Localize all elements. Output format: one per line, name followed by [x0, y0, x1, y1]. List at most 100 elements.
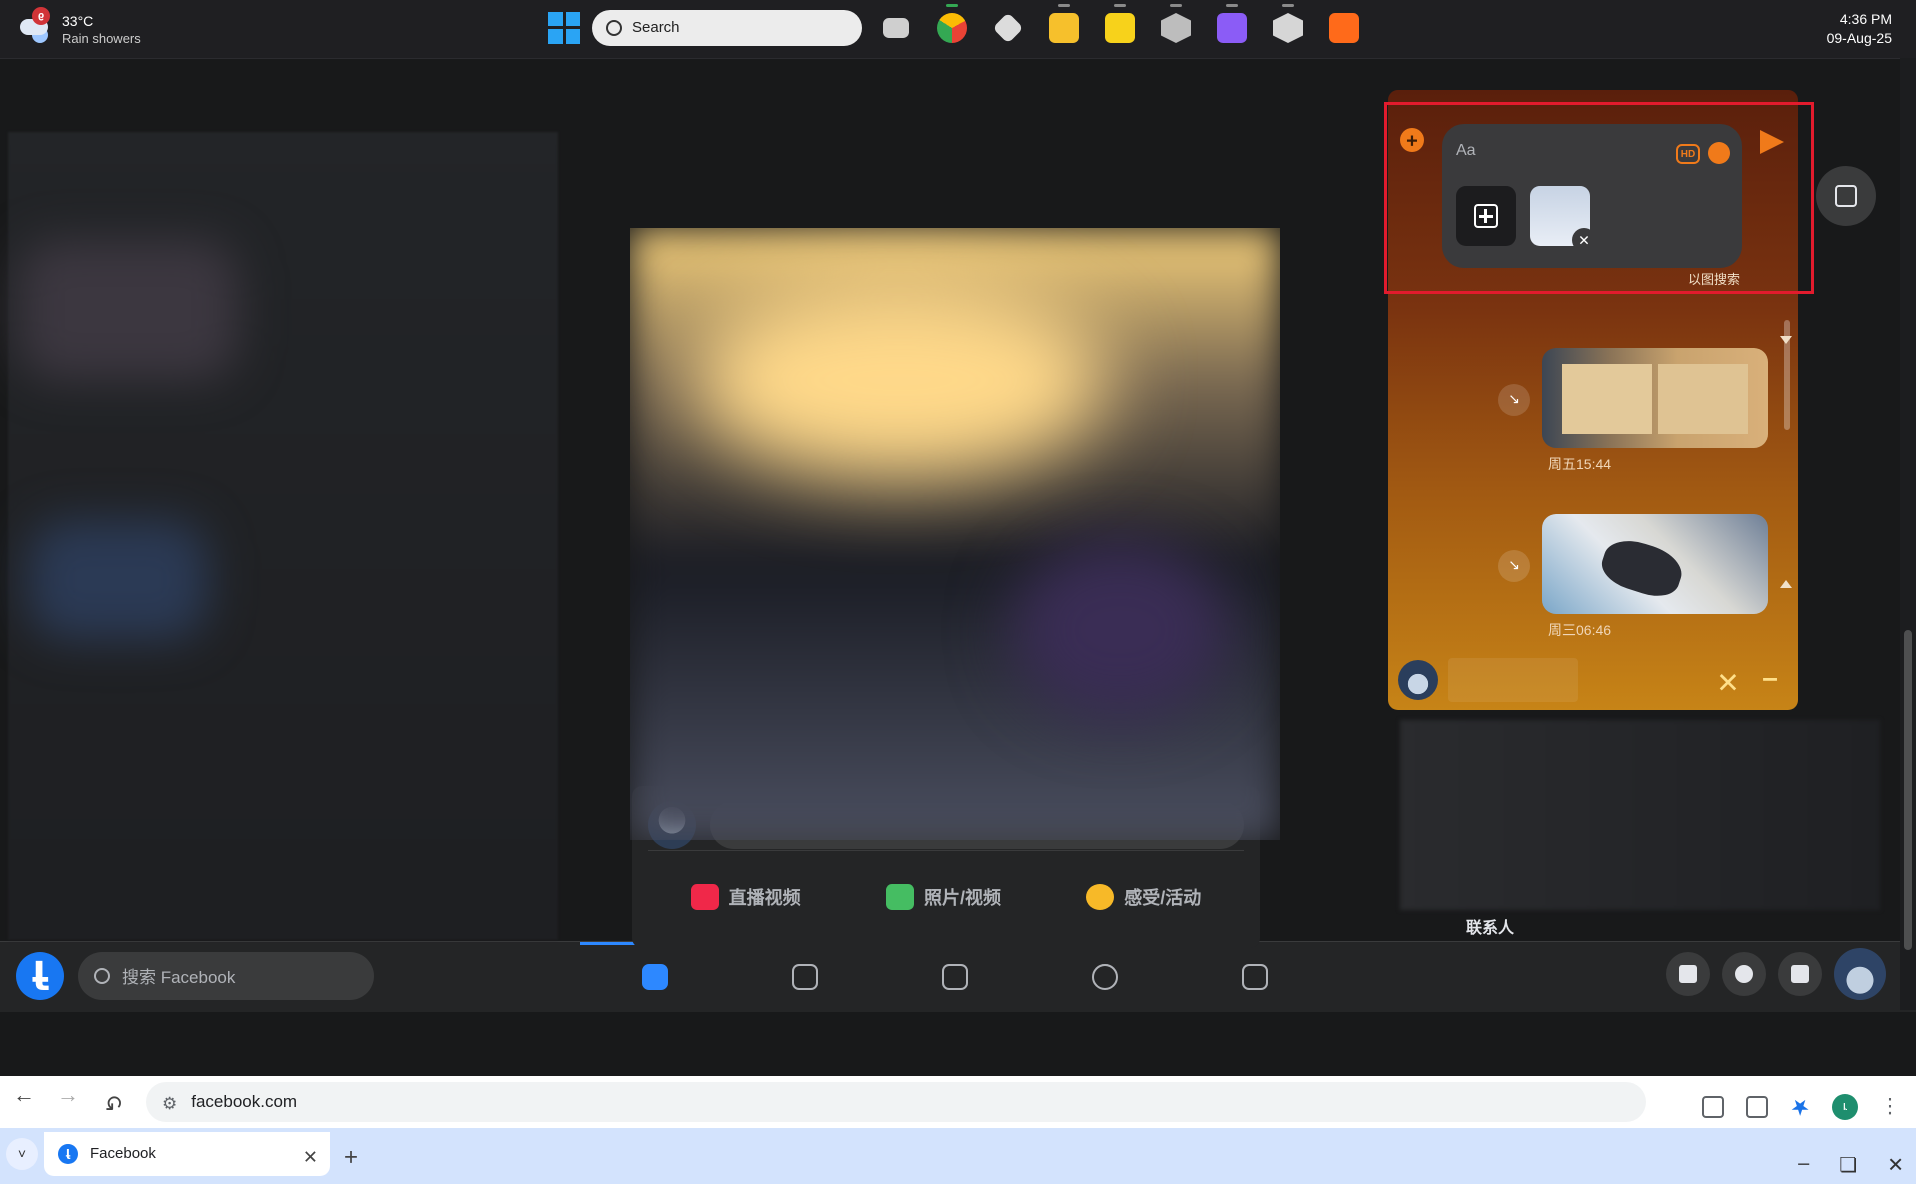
photo-icon	[885, 884, 914, 910]
composer-actions: 直播视频 照片/视频 感受/活动	[648, 862, 1244, 932]
chat-contact-name[interactable]	[1448, 658, 1578, 702]
chat-scroll-down-arrow[interactable]	[1780, 580, 1792, 588]
more-actions-icon[interactable]: +	[1400, 128, 1424, 152]
compose-icon	[1835, 185, 1857, 207]
account-avatar[interactable]	[1834, 948, 1886, 1000]
reload-button[interactable]: ↻	[94, 1082, 134, 1122]
send-icon[interactable]	[1760, 130, 1784, 154]
share-icon[interactable]: ↗	[1498, 550, 1530, 582]
tab-groups[interactable]	[1030, 942, 1180, 1012]
restore-window-button[interactable]: ❐	[1839, 1151, 1857, 1176]
tab-home[interactable]	[580, 942, 730, 1012]
taskbar-search-placeholder: Search	[632, 19, 680, 37]
bookmark-star-icon[interactable]: ★	[1790, 1094, 1810, 1120]
add-file-icon	[1474, 204, 1498, 228]
chrome-icon[interactable]	[930, 4, 974, 50]
chat-composer: ✕ Aa HD +	[1388, 90, 1798, 282]
add-attachment-button[interactable]	[1456, 186, 1516, 246]
tab-search-button[interactable]: ˄	[6, 1138, 38, 1170]
gaming-icon	[1242, 964, 1268, 990]
chat-close-button[interactable]: ✕	[1716, 666, 1740, 697]
weather-icon: 6	[18, 7, 52, 47]
message-photo[interactable]	[1542, 514, 1768, 614]
groups-icon	[1092, 964, 1118, 990]
back-button[interactable]: ←	[4, 1082, 44, 1122]
clock-time: 4:36 PM	[1839, 11, 1892, 27]
messenger-icon	[1735, 965, 1753, 983]
file-explorer-icon[interactable]	[1042, 4, 1086, 50]
toolbar-right: ★ r ⋮	[1702, 1094, 1900, 1120]
settings-gear-icon[interactable]	[1266, 4, 1310, 50]
sublime-icon[interactable]	[1322, 6, 1366, 50]
messenger-button[interactable]	[1722, 952, 1766, 996]
weather-temperature: 33°C	[62, 13, 94, 29]
feeling-icon	[1086, 884, 1115, 910]
forward-button[interactable]: →	[48, 1082, 88, 1122]
chat-minimize-button[interactable]: –	[1758, 666, 1782, 697]
clock-date: 09-Aug-25	[1826, 30, 1892, 46]
weather-badge: 6	[32, 7, 50, 25]
address-bar-row: ← → ↻ ⚙ facebook.com ★ r ⋮	[0, 1076, 1916, 1128]
address-bar[interactable]: ⚙ facebook.com	[146, 1082, 1646, 1122]
unity-hub-icon[interactable]	[1154, 4, 1198, 50]
unity-icon[interactable]	[986, 6, 1030, 50]
facebook-header-right	[1666, 948, 1886, 1000]
facebook-page: ˄ f Facebook ✕ + – ❐ ✕ ← → ↻ ⚙ facebook.…	[0, 58, 1916, 1184]
hd-toggle[interactable]: HD	[1676, 144, 1700, 164]
weather-widget[interactable]: 6 33°C Rain showers	[18, 7, 141, 48]
messenger-chat-window: ✕ – 周三06:46 ↗ 周五15:44 ↗ 以图搜索 ✕ Aa HD +	[1388, 90, 1798, 710]
menu-grid-button[interactable]	[1666, 952, 1710, 996]
chat-input-placeholder[interactable]: Aa	[1456, 142, 1476, 160]
feeling-activity-button[interactable]: 感受/活动	[1086, 884, 1201, 910]
visual-studio-icon[interactable]	[1210, 4, 1254, 50]
photo-video-button[interactable]: 照片/视频	[885, 884, 1001, 910]
sticky-notes-icon[interactable]	[1098, 4, 1142, 50]
new-message-button[interactable]	[1816, 166, 1876, 226]
translate-icon[interactable]	[1746, 1096, 1769, 1118]
photo-video-label: 照片/视频	[923, 888, 1001, 908]
tab-gaming[interactable]	[1180, 942, 1330, 1012]
windows-start-icon[interactable]	[548, 12, 580, 44]
chat-message-list: 周三06:46 ↗ 周五15:44 ↗ 以图搜索	[1388, 272, 1798, 650]
window-controls: – ❐ ✕	[1798, 1151, 1904, 1176]
live-video-button[interactable]: 直播视频	[690, 884, 801, 910]
chat-contact-avatar[interactable]	[1398, 660, 1438, 700]
attachment-thumbnail[interactable]: ✕	[1530, 186, 1596, 252]
profile-avatar[interactable]: r	[1832, 1094, 1858, 1120]
tab-facebook[interactable]: f Facebook ✕	[44, 1132, 330, 1176]
close-window-button[interactable]: ✕	[1887, 1151, 1904, 1176]
message-photo[interactable]	[1542, 348, 1768, 448]
left-sidebar	[8, 132, 558, 940]
video-icon	[792, 964, 818, 990]
task-view-icon[interactable]	[874, 6, 918, 50]
tab-video[interactable]	[730, 942, 880, 1012]
more-menu-icon[interactable]: ⋮	[1880, 1095, 1900, 1120]
cast-icon[interactable]	[1702, 1096, 1725, 1118]
share-icon[interactable]: ↗	[1498, 384, 1530, 416]
new-tab-button[interactable]: +	[344, 1142, 358, 1170]
remove-attachment-icon[interactable]: ✕	[1572, 228, 1596, 252]
live-video-label: 直播视频	[728, 888, 801, 908]
system-clock[interactable]: 09-Aug-25 4:36 PM	[1827, 10, 1892, 48]
emoji-icon[interactable]	[1708, 142, 1730, 164]
url-text: facebook.com	[191, 1092, 298, 1111]
site-info-icon[interactable]: ⚙	[162, 1092, 177, 1112]
grid-icon	[1679, 965, 1697, 983]
chat-scroll-up-arrow[interactable]	[1780, 336, 1792, 344]
tab-close-icon[interactable]: ✕	[303, 1145, 318, 1166]
home-icon	[642, 964, 668, 990]
message-timestamp: 周五15:44	[1548, 456, 1612, 472]
minimize-window-button[interactable]: –	[1798, 1151, 1809, 1176]
facebook-logo[interactable]: f	[16, 952, 64, 1000]
screen: 6 33°C Rain showers Search 09-Aug-25 4:3…	[0, 0, 1916, 1184]
windows-taskbar: 6 33°C Rain showers Search 09-Aug-25 4:3…	[0, 0, 1916, 59]
facebook-search[interactable]: 搜索 Facebook	[78, 952, 374, 1000]
feed-post-media[interactable]	[630, 228, 1280, 840]
message-timestamp: 周三06:46	[1548, 622, 1612, 638]
taskbar-search[interactable]: Search	[592, 10, 862, 46]
tab-marketplace[interactable]	[880, 942, 1030, 1012]
taskbar-apps: Search	[548, 4, 1366, 50]
page-scrollbar[interactable]	[1900, 58, 1916, 1010]
notifications-button[interactable]	[1778, 952, 1822, 996]
tab-title: Facebook	[90, 1145, 156, 1163]
